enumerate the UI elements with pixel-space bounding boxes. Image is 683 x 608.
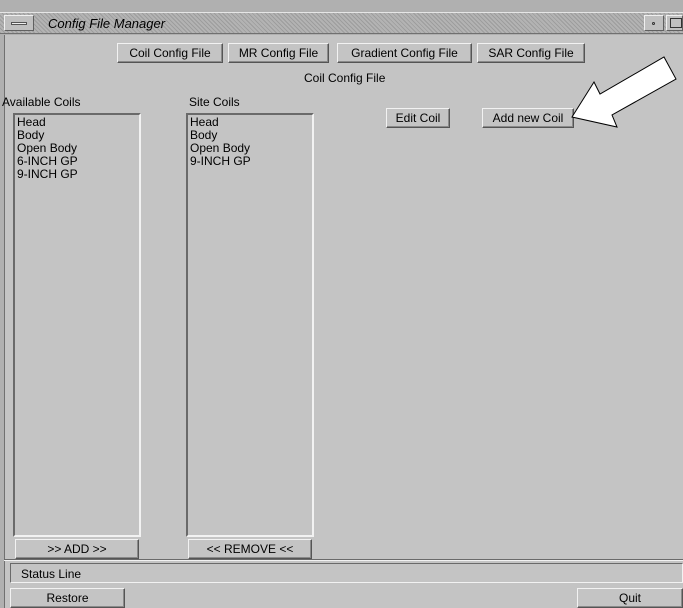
list-item[interactable]: 9-INCH GP (17, 168, 137, 181)
edit-coil-button[interactable]: Edit Coil (386, 108, 450, 128)
status-text: Status Line (21, 567, 82, 581)
restore-button[interactable]: Restore (10, 588, 125, 608)
section-title: Coil Config File (304, 71, 386, 85)
remove-button[interactable]: << REMOVE << (188, 539, 312, 559)
list-item[interactable]: 9-INCH GP (190, 155, 310, 168)
quit-button[interactable]: Quit (577, 588, 683, 608)
title-bar[interactable]: Config File Manager (0, 12, 683, 34)
window-menu-icon[interactable] (4, 15, 34, 31)
tab-coil-config[interactable]: Coil Config File (117, 43, 223, 63)
divider (4, 559, 683, 561)
site-coils-list[interactable]: Head Body Open Body 9-INCH GP (186, 113, 314, 537)
tab-mr-config[interactable]: MR Config File (228, 43, 329, 63)
available-coils-list[interactable]: Head Body Open Body 6-INCH GP 9-INCH GP (13, 113, 141, 537)
app-window: Config File Manager Coil Config File MR … (0, 0, 683, 608)
site-coils-header: Site Coils (189, 95, 240, 109)
available-coils-header: Available Coils (2, 95, 81, 109)
tab-gradient-config[interactable]: Gradient Config File (337, 43, 472, 63)
minimize-icon[interactable] (644, 15, 664, 31)
status-line: Status Line (10, 563, 683, 583)
add-button[interactable]: >> ADD >> (15, 539, 139, 559)
maximize-icon[interactable] (666, 15, 683, 31)
window-title: Config File Manager (48, 16, 166, 31)
arrow-pointer-icon (571, 56, 677, 128)
